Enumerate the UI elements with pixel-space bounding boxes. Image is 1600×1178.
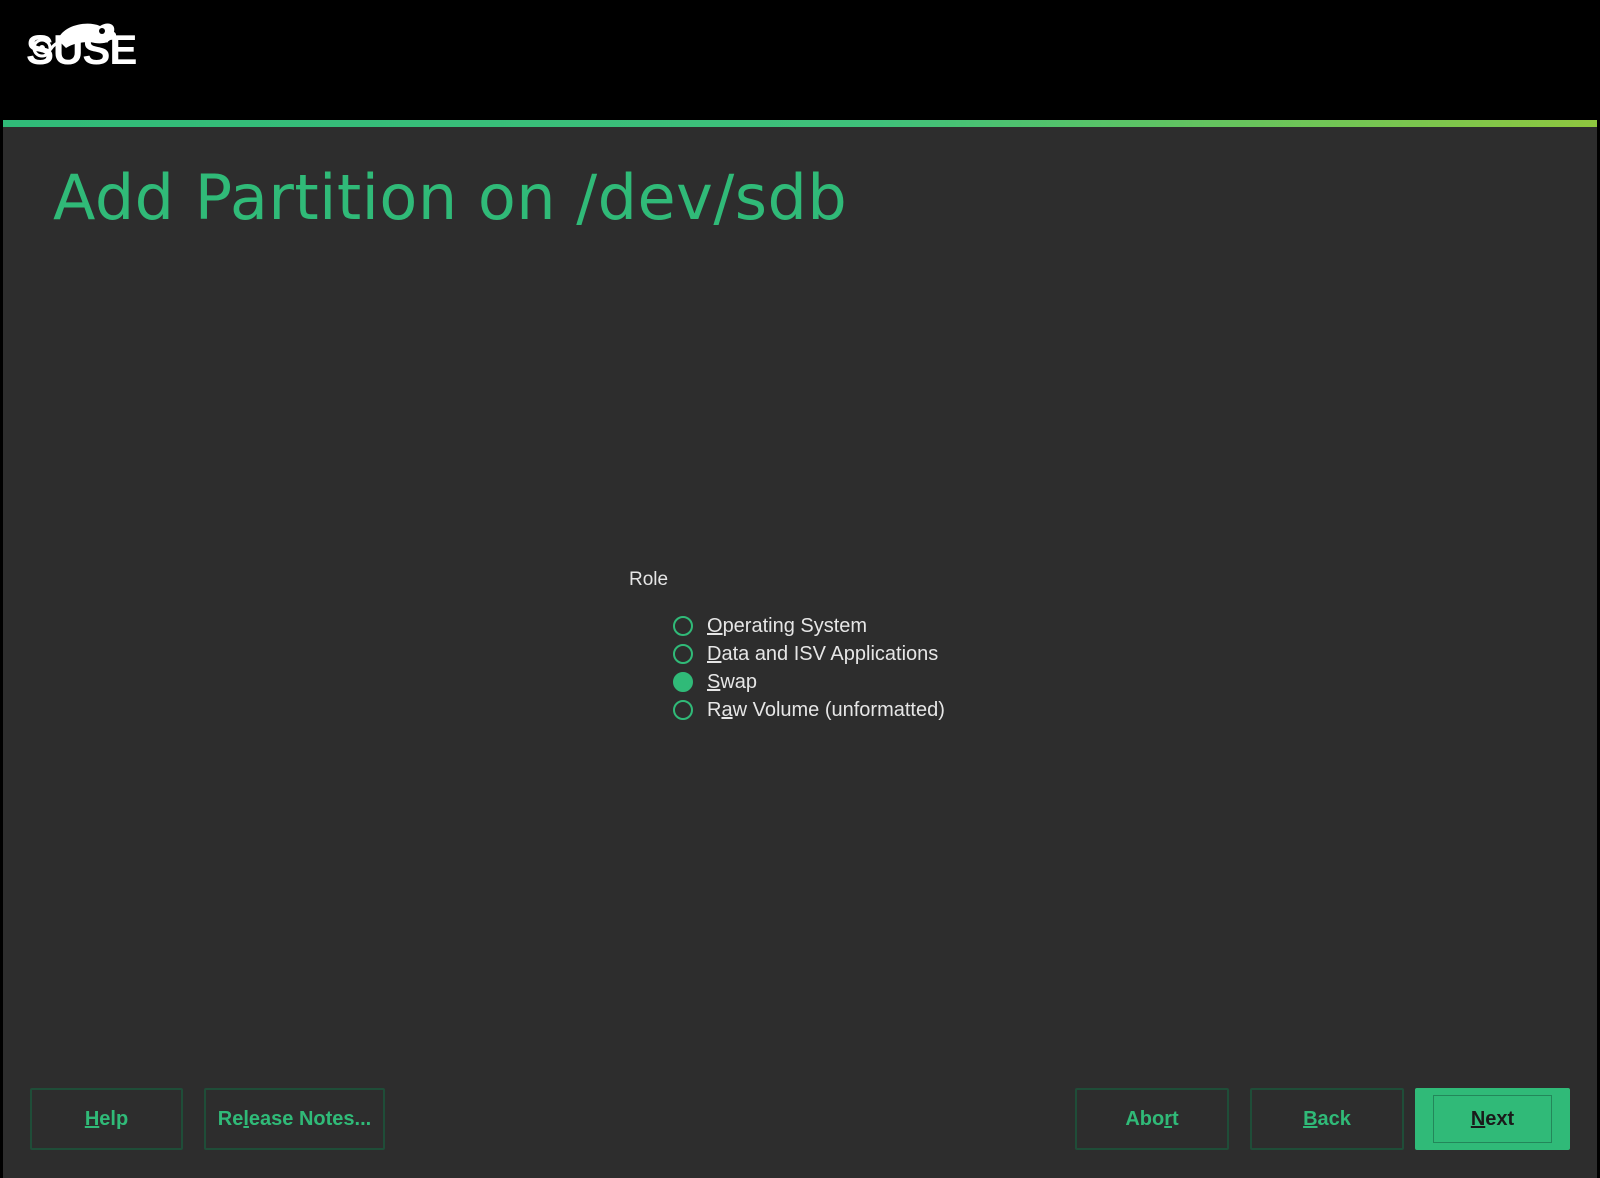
role-radio-group: Role Operating System Data and ISV Appli…: [629, 569, 1029, 724]
accent-bar: [3, 120, 1597, 127]
release-notes-button[interactable]: Release Notes...: [204, 1088, 385, 1150]
header-bar: SUSE: [0, 0, 1600, 120]
next-button-label: Next: [1470, 1107, 1515, 1130]
next-button-focus-ring: Next: [1433, 1095, 1552, 1143]
back-button[interactable]: Back: [1250, 1088, 1404, 1150]
main-content: Add Partition on /dev/sdb Role Operating…: [3, 127, 1597, 1178]
help-button[interactable]: Help: [30, 1088, 183, 1150]
role-label: Role: [629, 569, 669, 590]
radio-button-icon[interactable]: [673, 700, 693, 720]
abort-button[interactable]: Abort: [1075, 1088, 1229, 1150]
radio-label: Data and ISV Applications: [707, 642, 939, 665]
radio-operating-system[interactable]: Operating System: [673, 612, 1029, 640]
abort-button-label: Abort: [1125, 1107, 1179, 1130]
radio-label: Raw Volume (unformatted): [707, 698, 945, 721]
logo-text: SUSE: [26, 26, 137, 73]
installer-window: SUSE Add Partition on /dev/sdb Role Oper…: [0, 0, 1600, 1178]
help-button-label: Help: [84, 1107, 129, 1130]
next-button[interactable]: Next: [1415, 1088, 1570, 1150]
radio-button-icon[interactable]: [673, 644, 693, 664]
back-button-label: Back: [1303, 1107, 1351, 1130]
release-notes-button-label: Release Notes...: [217, 1107, 372, 1130]
radio-label: Swap: [707, 670, 758, 693]
radio-raw-volume[interactable]: Raw Volume (unformatted): [673, 696, 1029, 724]
radio-label: Operating System: [707, 614, 868, 637]
radio-button-icon[interactable]: [673, 616, 693, 636]
radio-data-isv-applications[interactable]: Data and ISV Applications: [673, 640, 1029, 668]
role-options: Operating System Data and ISV Applicatio…: [673, 612, 1029, 724]
radio-button-icon[interactable]: [673, 672, 693, 692]
radio-swap[interactable]: Swap: [673, 668, 1029, 696]
page-title: Add Partition on /dev/sdb: [53, 161, 848, 234]
